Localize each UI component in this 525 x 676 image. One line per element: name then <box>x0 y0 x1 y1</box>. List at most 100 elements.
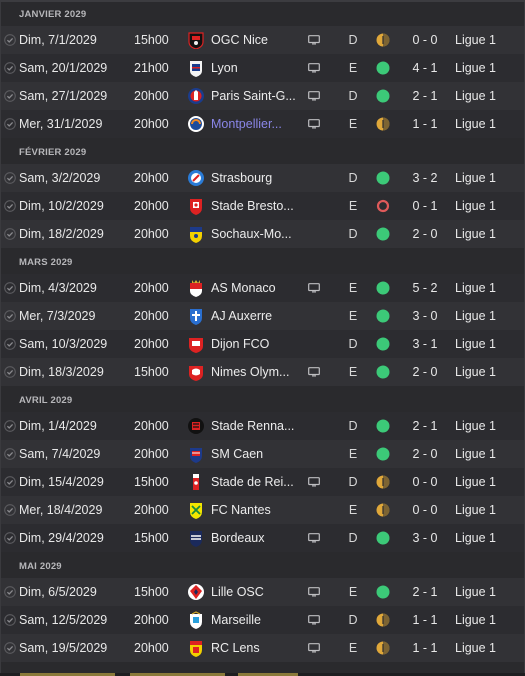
fixture-row[interactable]: Sam, 7/4/2029 20h00 SM Caen E 2 - 0 Ligue 1 <box>1 440 524 468</box>
competition-name[interactable]: Ligue 1 <box>455 192 523 220</box>
lille-badge-icon <box>187 578 205 606</box>
match-score[interactable]: 3 - 0 <box>399 524 451 552</box>
fixture-row[interactable]: Dim, 1/4/2029 20h00 Stade Renna... D 2 - 1 Li… <box>1 412 524 440</box>
opponent-name[interactable]: Montpellier... <box>211 110 303 138</box>
fixture-row[interactable]: Dim, 15/4/2029 15h00 Stade de Rei... D 0 - 0… <box>1 468 524 496</box>
competition-name[interactable]: Ligue 1 <box>455 330 523 358</box>
opponent-name[interactable]: Lille OSC <box>211 578 303 606</box>
opponent-name[interactable]: Stade de Rei... <box>211 468 303 496</box>
competition-name[interactable]: Ligue 1 <box>455 468 523 496</box>
opponent-name[interactable]: Sochaux-Mo... <box>211 220 303 248</box>
match-score[interactable]: 3 - 2 <box>399 164 451 192</box>
draw-result-icon <box>376 634 394 662</box>
caen-badge-icon <box>187 440 205 468</box>
match-score[interactable]: 3 - 0 <box>399 302 451 330</box>
kickoff-time: 20h00 <box>134 309 169 323</box>
match-score[interactable]: 0 - 0 <box>399 496 451 524</box>
opponent-name[interactable]: Marseille <box>211 606 303 634</box>
venue-indicator: E <box>348 281 358 295</box>
competition-name[interactable]: Ligue 1 <box>455 524 523 552</box>
opponent-name[interactable]: Dijon FCO <box>211 330 303 358</box>
completed-check-icon <box>4 606 16 634</box>
fixture-row[interactable]: Mer, 31/1/2029 20h00 Montpellier... E 1 - 1L… <box>1 110 524 138</box>
match-score[interactable]: 0 - 0 <box>399 26 451 54</box>
opponent-name[interactable]: AS Monaco <box>211 274 303 302</box>
competition-name[interactable]: Ligue 1 <box>455 82 523 110</box>
opponent-name[interactable]: Paris Saint-G... <box>211 82 303 110</box>
competition-name[interactable]: Ligue 1 <box>455 26 523 54</box>
opponent-name[interactable]: Nimes Olym... <box>211 358 303 386</box>
opponent-name[interactable]: AJ Auxerre <box>211 302 303 330</box>
match-score[interactable]: 1 - 1 <box>399 606 451 634</box>
fixture-row[interactable]: Sam, 20/1/2029 21h00 Lyon E 4 - 1 Ligue 1 <box>1 54 524 82</box>
competition-name[interactable]: Ligue 1 <box>455 274 523 302</box>
opponent-name[interactable]: OGC Nice <box>211 26 303 54</box>
venue-indicator: D <box>348 33 358 47</box>
competition-name[interactable]: Ligue 1 <box>455 412 523 440</box>
fixture-row[interactable]: Dim, 6/5/2029 15h00 Lille OSC E 2 - 1 Ligue 1 <box>1 578 524 606</box>
fixture-row[interactable]: Sam, 19/5/2029 20h00 RC Lens E 1 - 1 Ligue 1 <box>1 634 524 662</box>
match-score[interactable]: 5 - 2 <box>399 274 451 302</box>
match-score[interactable]: 2 - 1 <box>399 412 451 440</box>
opponent-name[interactable]: RC Lens <box>211 634 303 662</box>
fixture-row[interactable]: Dim, 10/2/2029 20h00 Stade Bresto... E 0 - 1… <box>1 192 524 220</box>
match-score[interactable]: 4 - 1 <box>399 54 451 82</box>
match-score[interactable]: 2 - 0 <box>399 358 451 386</box>
opponent-name[interactable]: Bordeaux <box>211 524 303 552</box>
competition-name[interactable]: Ligue 1 <box>455 634 523 662</box>
fixture-row[interactable]: Dim, 18/2/2029 20h00 Sochaux-Mo... D 2 - 0 Li… <box>1 220 524 248</box>
match-date: Dim, 4/3/2029 <box>19 281 97 295</box>
fixture-row[interactable]: Sam, 10/3/2029 20h00 Dijon FCO D 3 - 1 Ligue … <box>1 330 524 358</box>
competition-name[interactable]: Ligue 1 <box>455 110 523 138</box>
fixture-row[interactable]: Dim, 18/3/2029 15h00 Nimes Olym... E 2 - 0 Li… <box>1 358 524 386</box>
competition-name[interactable]: Ligue 1 <box>455 578 523 606</box>
tv-icon <box>308 110 322 138</box>
competition-name[interactable]: Ligue 1 <box>455 440 523 468</box>
draw-result-icon <box>376 26 394 54</box>
fixture-row[interactable]: Sam, 12/5/2029 20h00 Marseille D 1 - 1 Ligue … <box>1 606 524 634</box>
fixture-row[interactable]: Sam, 3/2/2029 20h00 Strasbourg D 3 - 2 Ligue … <box>1 164 524 192</box>
match-score[interactable]: 2 - 1 <box>399 578 451 606</box>
match-score[interactable]: 2 - 1 <box>399 82 451 110</box>
opponent-name[interactable]: Strasbourg <box>211 164 303 192</box>
fixture-row[interactable]: Dim, 29/4/2029 15h00 Bordeaux D 3 - 0 Ligue 1 <box>1 524 524 552</box>
opponent-name[interactable]: Stade Bresto... <box>211 192 303 220</box>
match-score[interactable]: 1 - 1 <box>399 634 451 662</box>
opponent-name[interactable]: SM Caen <box>211 440 303 468</box>
match-date: Dim, 1/4/2029 <box>19 419 97 433</box>
competition-name[interactable]: Ligue 1 <box>455 164 523 192</box>
win-result-icon <box>376 578 394 606</box>
match-date: Dim, 6/5/2029 <box>19 585 97 599</box>
match-score[interactable]: 0 - 0 <box>399 468 451 496</box>
match-score[interactable]: 1 - 1 <box>399 110 451 138</box>
competition-name[interactable]: Ligue 1 <box>455 358 523 386</box>
match-score[interactable]: 3 - 1 <box>399 330 451 358</box>
fixture-row[interactable]: Sam, 27/1/2029 20h00 Paris Saint-G... D 2 - … <box>1 82 524 110</box>
fixture-row[interactable]: Mer, 7/3/2029 20h00 AJ Auxerre E 3 - 0 Ligue … <box>1 302 524 330</box>
venue-indicator: D <box>348 89 358 103</box>
venue-indicator: E <box>348 117 358 131</box>
competition-name[interactable]: Ligue 1 <box>455 302 523 330</box>
opponent-name[interactable]: FC Nantes <box>211 496 303 524</box>
match-score[interactable]: 2 - 0 <box>399 220 451 248</box>
opponent-name[interactable]: Lyon <box>211 54 303 82</box>
competition-name[interactable]: Ligue 1 <box>455 220 523 248</box>
draw-result-icon <box>376 496 394 524</box>
fixture-row[interactable]: Dim, 7/1/2029 15h00 OGC Nice D 0 - 0 Ligue 1 <box>1 26 524 54</box>
venue-indicator: D <box>348 475 358 489</box>
opponent-name[interactable]: Stade Renna... <box>211 412 303 440</box>
match-date: Sam, 19/5/2029 <box>19 641 108 655</box>
kickoff-time: 20h00 <box>134 641 169 655</box>
fixture-row[interactable]: Mer, 18/4/2029 20h00 FC Nantes E 0 - 0 Ligue … <box>1 496 524 524</box>
match-date: Dim, 7/1/2029 <box>19 33 97 47</box>
venue-indicator: E <box>348 309 358 323</box>
completed-check-icon <box>4 220 16 248</box>
match-score[interactable]: 0 - 1 <box>399 192 451 220</box>
kickoff-time: 15h00 <box>134 365 169 379</box>
competition-name[interactable]: Ligue 1 <box>455 496 523 524</box>
match-score[interactable]: 2 - 0 <box>399 440 451 468</box>
venue-indicator: D <box>348 613 358 627</box>
fixture-row[interactable]: Dim, 4/3/2029 20h00 AS Monaco E 5 - 2 Ligue 1 <box>1 274 524 302</box>
competition-name[interactable]: Ligue 1 <box>455 54 523 82</box>
competition-name[interactable]: Ligue 1 <box>455 606 523 634</box>
